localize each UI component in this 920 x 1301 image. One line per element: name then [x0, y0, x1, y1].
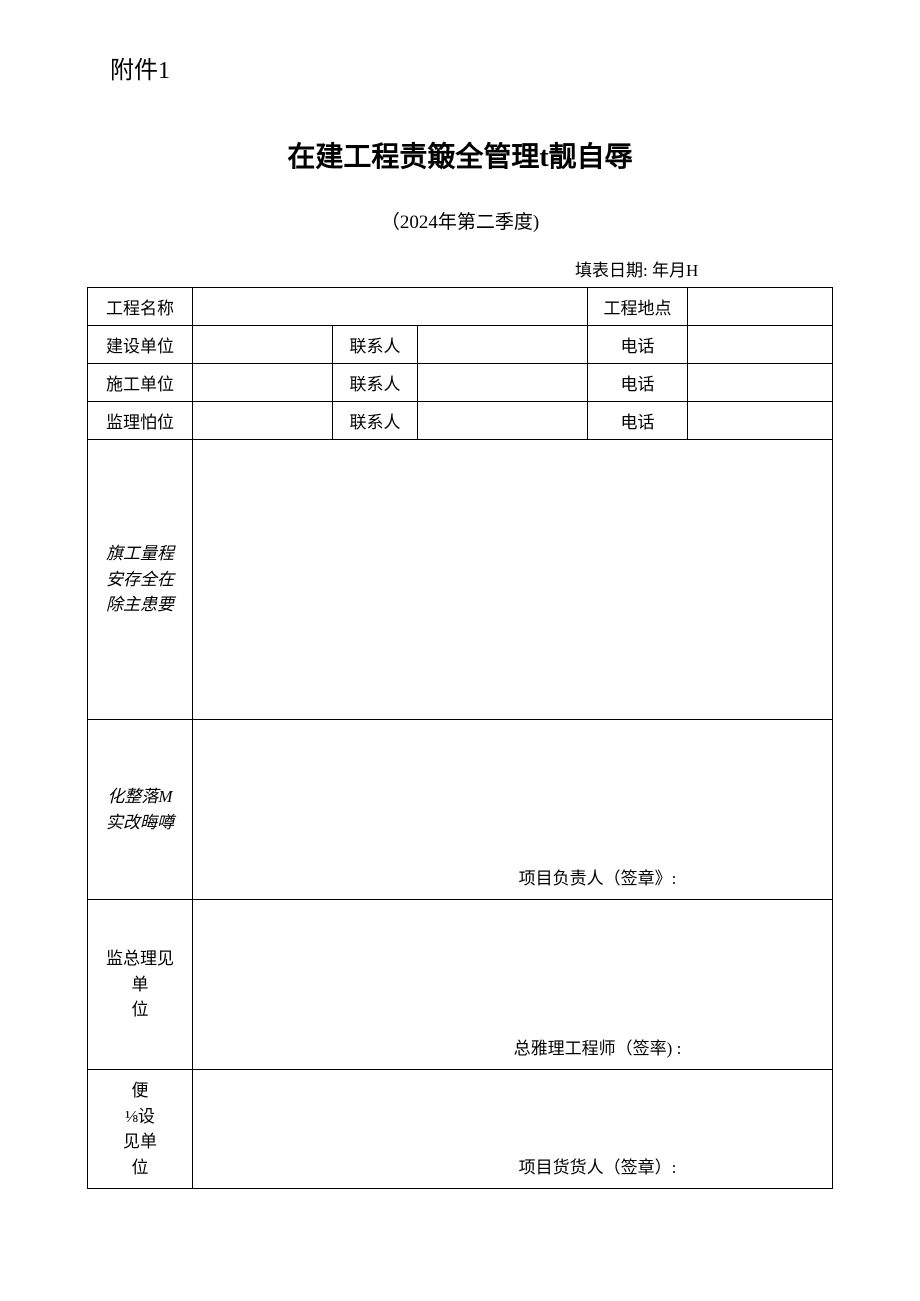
label-hidden-danger: 旗工量程安存全在除主患要 [87, 440, 192, 720]
label-contractor-unit: 施工单位 [87, 364, 192, 402]
form-table: 工程名称 工程地点 建设单位 联系人 电话 施工单位 联系人 电话 监理怕位 联… [87, 287, 833, 1189]
label-phone-3: 电话 [588, 402, 688, 440]
label-project-name: 工程名称 [87, 288, 192, 326]
signature-project-goods: 项目货货人（签章）: [201, 1153, 824, 1178]
label-contact-1: 联系人 [332, 326, 417, 364]
field-supervision-contact[interactable] [417, 402, 587, 440]
field-project-name[interactable] [192, 288, 587, 326]
field-supervision-opinion[interactable]: 总雅理工程师（签率) : [192, 900, 832, 1070]
label-phone-2: 电话 [588, 364, 688, 402]
field-contractor-contact[interactable] [417, 364, 587, 402]
label-project-location: 工程地点 [588, 288, 688, 326]
fill-date-label: 填表日期: 年月H [575, 256, 920, 281]
field-rectification[interactable]: 项目负责人（签章》: [192, 720, 832, 900]
field-project-location[interactable] [688, 288, 833, 326]
label-contact-2: 联系人 [332, 364, 417, 402]
label-rectification: 化整落M实改晦噂 [87, 720, 192, 900]
label-supervision-unit: 监理怕位 [87, 402, 192, 440]
attachment-label: 附件1 [110, 50, 920, 85]
label-phone-1: 电话 [588, 326, 688, 364]
field-contractor-phone[interactable] [688, 364, 833, 402]
page-subtitle: （2024年第二季度) [0, 207, 920, 234]
field-hidden-danger[interactable] [192, 440, 832, 720]
field-construction-phone[interactable] [688, 326, 833, 364]
field-construction-unit[interactable] [192, 326, 332, 364]
field-contractor-unit[interactable] [192, 364, 332, 402]
page-title: 在建工程责簸全管理t靓自辱 [0, 135, 920, 175]
label-supervision-opinion: 监总理见 单 位 [87, 900, 192, 1070]
signature-chief-engineer: 总雅理工程师（签率) : [201, 1034, 824, 1059]
label-construction-unit: 建设单位 [87, 326, 192, 364]
label-contact-3: 联系人 [332, 402, 417, 440]
field-construction-opinion[interactable]: 项目货货人（签章）: [192, 1070, 832, 1189]
field-supervision-unit[interactable] [192, 402, 332, 440]
signature-project-leader: 项目负责人（签章》: [201, 864, 824, 889]
field-construction-contact[interactable] [417, 326, 587, 364]
field-supervision-phone[interactable] [688, 402, 833, 440]
label-construction-opinion: 便 ⅛设 见单 位 [87, 1070, 192, 1189]
